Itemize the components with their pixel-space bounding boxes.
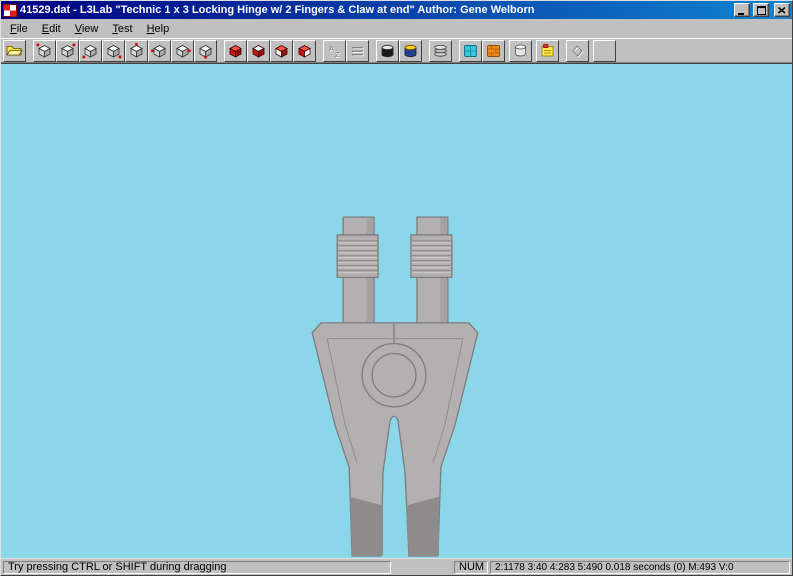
blank-icon [596, 43, 613, 59]
num-lock-indicator: NUM [454, 561, 488, 574]
toolbar: A A Z Z [1, 38, 792, 63]
minimize-icon [738, 6, 746, 15]
toolbar-button-view-8[interactable] [194, 40, 217, 62]
toolbar-button-view-4[interactable] [102, 40, 125, 62]
toolbar-button-red-4[interactable] [293, 40, 316, 62]
toolbar-button-cylinder-white[interactable] [509, 40, 532, 62]
toolbar-button-layer-stack[interactable] [429, 40, 452, 62]
toolbar-button-blank [593, 40, 616, 62]
hinge-part [312, 217, 478, 556]
toolbar-button-swatch-orange[interactable] [482, 40, 505, 62]
menu-test[interactable]: Test [105, 21, 139, 37]
brick-icon [59, 43, 76, 59]
brick-icon [82, 43, 99, 59]
finger-left [337, 217, 378, 324]
toolbar-button-view-1[interactable] [33, 40, 56, 62]
menu-file[interactable]: File [3, 21, 35, 37]
app-window: 41529.dat - L3Lab "Technic 1 x 3 Locking… [0, 0, 793, 576]
maximize-button[interactable] [753, 3, 769, 17]
toolbar-button-red-3[interactable] [270, 40, 293, 62]
brick-icon [197, 43, 214, 59]
svg-text:Z: Z [335, 50, 340, 59]
brick-icon [36, 43, 53, 59]
toolbar-button-view-7[interactable] [171, 40, 194, 62]
close-icon [778, 7, 786, 14]
cyan-swatch-icon [462, 43, 479, 59]
toolbar-button-view-5[interactable] [125, 40, 148, 62]
red-brick-icon [296, 43, 313, 59]
claw-tip-left [350, 497, 383, 555]
brick-icon [174, 43, 191, 59]
close-button[interactable] [774, 3, 790, 17]
dark-cylinder-icon [379, 43, 396, 59]
toolbar-button-cylinder-yellow[interactable] [399, 40, 422, 62]
white-cylinder-icon [512, 43, 529, 59]
orange-swatch-icon [485, 43, 502, 59]
layer-stack-icon [432, 43, 449, 59]
toolbar-button-sort-az: A A Z Z [323, 40, 346, 62]
part-render[interactable] [1, 64, 792, 558]
menu-bar: File Edit View Test Help [1, 19, 792, 38]
toolbar-button-view-3[interactable] [79, 40, 102, 62]
pin-hole-inner [372, 353, 416, 396]
status-stats: 2:1178 3:40 4:283 5:490 0.018 seconds (0… [490, 561, 790, 574]
maximize-icon [757, 6, 766, 15]
menu-edit[interactable]: Edit [35, 21, 68, 37]
viewport[interactable] [1, 63, 792, 558]
toolbar-button-red-1[interactable] [224, 40, 247, 62]
window-title: 41529.dat - L3Lab "Technic 1 x 3 Locking… [20, 4, 731, 16]
yellow-note-icon [539, 43, 556, 59]
toolbar-button-cylinder-dark[interactable] [376, 40, 399, 62]
toolbar-button-diamond [566, 40, 589, 62]
red-brick-icon [250, 43, 267, 59]
menu-help[interactable]: Help [140, 21, 177, 37]
toolbar-button-open[interactable] [3, 40, 26, 62]
status-bar: Try pressing CTRL or SHIFT during draggi… [1, 558, 792, 575]
toolbar-button-list-lines [346, 40, 369, 62]
list-lines-icon [349, 43, 366, 59]
open-folder-icon [6, 43, 23, 58]
title-bar[interactable]: 41529.dat - L3Lab "Technic 1 x 3 Locking… [1, 1, 792, 19]
toolbar-button-view-6[interactable] [148, 40, 171, 62]
sort-az-icon: A A Z Z [326, 43, 343, 59]
brick-icon [105, 43, 122, 59]
status-message: Try pressing CTRL or SHIFT during draggi… [3, 561, 391, 574]
finger-right [411, 217, 452, 324]
brick-icon [128, 43, 145, 59]
toolbar-button-view-2[interactable] [56, 40, 79, 62]
toolbar-button-red-2[interactable] [247, 40, 270, 62]
diamond-icon [569, 43, 586, 59]
brick-icon [151, 43, 168, 59]
toolbar-button-swatch-cyan[interactable] [459, 40, 482, 62]
menu-view[interactable]: View [68, 21, 106, 37]
yellow-cylinder-icon [402, 43, 419, 59]
toolbar-button-note[interactable] [536, 40, 559, 62]
app-icon [3, 4, 17, 17]
svg-text:A: A [329, 44, 334, 53]
claw-tip-right [406, 497, 439, 555]
red-brick-icon [273, 43, 290, 59]
red-brick-icon [227, 43, 244, 59]
minimize-button[interactable] [734, 3, 750, 17]
